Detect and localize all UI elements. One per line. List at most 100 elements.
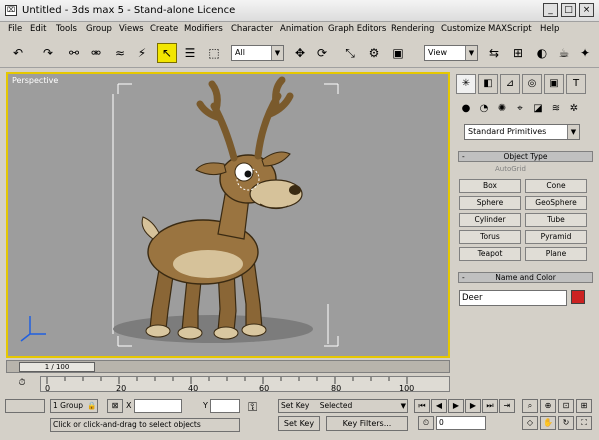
select-and-scale-button[interactable]: ⤡	[340, 43, 360, 63]
align-button[interactable]: ⊞	[508, 43, 528, 63]
object-color-swatch[interactable]	[571, 290, 585, 304]
motion-tab[interactable]: ◎	[522, 74, 542, 94]
torus-button[interactable]: Torus	[459, 230, 521, 244]
menu-views[interactable]: Views	[119, 24, 144, 34]
time-configuration-button[interactable]: ⏲	[418, 416, 434, 430]
bind-button[interactable]: ⚡	[132, 43, 152, 63]
zoom-all-button[interactable]: ⊕	[540, 399, 556, 413]
cylinder-button[interactable]: Cylinder	[459, 213, 521, 227]
pivot-center-button[interactable]: ▣	[388, 43, 408, 63]
undo-button[interactable]: ↶	[8, 43, 28, 63]
reindeer-pupil	[244, 170, 252, 178]
perspective-viewport[interactable]: Perspective	[6, 72, 450, 358]
pan-button[interactable]: ✋	[540, 416, 556, 430]
quick-render-button[interactable]: ✦	[575, 43, 595, 63]
select-by-name-button[interactable]: ☰	[180, 43, 200, 63]
zoom-extents-all-button[interactable]: ⊞	[576, 399, 592, 413]
set-key-button[interactable]: Set Key	[278, 416, 320, 431]
maxscript-listener[interactable]	[5, 399, 45, 413]
menu-help[interactable]: Help	[540, 24, 559, 34]
menu-file[interactable]: File	[8, 24, 22, 34]
track-bar[interactable]: 0 20 40 60 80 100	[40, 376, 450, 393]
box-button[interactable]: Box	[459, 179, 521, 193]
go-to-end-button[interactable]: ⏭	[482, 399, 498, 413]
previous-frame-icon: ◀	[435, 401, 443, 410]
maximize-viewport-button[interactable]: ⛶	[576, 416, 592, 430]
field-of-view-button[interactable]: ◇	[522, 416, 538, 430]
shapes-icon[interactable]: ◔	[477, 102, 491, 116]
bind-space-warp-button[interactable]: ≈	[110, 43, 130, 63]
object-name-input[interactable]: Deer	[459, 290, 567, 306]
modify-tab[interactable]: ◧	[478, 74, 498, 94]
unlink-button[interactable]: ⚮	[86, 43, 106, 63]
play-button[interactable]: ▶	[448, 399, 464, 413]
menu-create[interactable]: Create	[150, 24, 178, 34]
menu-modifiers[interactable]: Modifiers	[184, 24, 223, 34]
lock-icon[interactable]: 🔒	[87, 401, 96, 410]
lights-icon[interactable]: ✺	[495, 102, 509, 116]
region-selection-button[interactable]: ⬚	[204, 43, 224, 63]
plane-button[interactable]: Plane	[525, 247, 587, 261]
absolute-mode-toggle[interactable]: ⊠	[107, 399, 123, 413]
select-and-link-button[interactable]: ⚯	[64, 43, 84, 63]
menu-character[interactable]: Character	[231, 24, 273, 34]
curve-editor-icon[interactable]: ⏱	[15, 376, 29, 390]
geosphere-button[interactable]: GeoSphere	[525, 196, 587, 210]
key-filters-button[interactable]: Key Filters...	[326, 416, 408, 431]
sphere-button[interactable]: Sphere	[459, 196, 521, 210]
select-object-button[interactable]: ↖	[157, 43, 177, 63]
tube-button[interactable]: Tube	[525, 213, 587, 227]
name-and-color-rollout[interactable]: - Name and Color	[458, 272, 593, 283]
menu-edit[interactable]: Edit	[30, 24, 46, 34]
systems-icon[interactable]: ✲	[567, 102, 581, 116]
primitive-category-dropdown[interactable]: Standard Primitives ▼	[464, 124, 580, 140]
previous-frame-button[interactable]: ◀	[431, 399, 447, 413]
selection-filter-dropdown[interactable]: All ▼	[231, 45, 284, 61]
arc-rotate-button[interactable]: ↻	[558, 416, 574, 430]
app-icon: ⌧	[5, 5, 17, 16]
maximize-button[interactable]: □	[561, 3, 576, 17]
hierarchy-tab[interactable]: ⊿	[500, 74, 520, 94]
helpers-icon[interactable]: ◪	[531, 102, 545, 116]
teapot-button[interactable]: Teapot	[459, 247, 521, 261]
geometry-icon[interactable]: ●	[459, 102, 473, 116]
cone-button[interactable]: Cone	[525, 179, 587, 193]
utilities-tab[interactable]: T	[566, 74, 586, 94]
space-warps-icon[interactable]: ≋	[549, 102, 563, 116]
key-icon[interactable]: ⚿	[248, 401, 257, 413]
select-and-move-button[interactable]: ✥	[290, 43, 310, 63]
display-tab[interactable]: ▣	[544, 74, 564, 94]
zoom-extents-button[interactable]: ⊡	[558, 399, 574, 413]
menu-customize[interactable]: Customize	[441, 24, 486, 34]
current-frame-input[interactable]: 0	[436, 416, 486, 430]
minimize-button[interactable]: _	[543, 3, 558, 17]
menu-group[interactable]: Group	[86, 24, 112, 34]
redo-button[interactable]: ↷	[38, 43, 58, 63]
cameras-icon[interactable]: ⌖	[513, 102, 527, 116]
key-mode-toggle[interactable]: ⇥	[499, 399, 515, 413]
x-coordinate-input[interactable]	[134, 399, 182, 413]
menu-maxscript[interactable]: MAXScript	[488, 24, 532, 34]
select-manipulate-button[interactable]: ⚙	[364, 43, 384, 63]
select-and-rotate-button[interactable]: ⟳	[312, 43, 332, 63]
zoom-button[interactable]: ⌕	[522, 399, 538, 413]
menu-animation[interactable]: Animation	[280, 24, 323, 34]
time-slider[interactable]: 1 / 100	[6, 360, 450, 373]
y-coordinate-input[interactable]	[210, 399, 240, 413]
mirror-button[interactable]: ⇆	[484, 43, 504, 63]
material-editor-button[interactable]: ◐	[532, 43, 552, 63]
close-button[interactable]: ×	[579, 3, 594, 17]
key-filter-dropdown[interactable]: Set Key Selected ▼	[278, 399, 408, 413]
render-scene-button[interactable]: ☕	[554, 43, 574, 63]
object-type-rollout[interactable]: - Object Type	[458, 151, 593, 162]
menu-rendering[interactable]: Rendering	[391, 24, 434, 34]
autogrid-checkbox[interactable]: AutoGrid	[495, 165, 526, 173]
reference-coordinate-dropdown[interactable]: View ▼	[424, 45, 478, 61]
go-to-start-button[interactable]: ⏮	[414, 399, 430, 413]
next-frame-button[interactable]: ▶	[465, 399, 481, 413]
pyramid-button[interactable]: Pyramid	[525, 230, 587, 244]
menu-tools[interactable]: Tools	[56, 24, 77, 34]
create-tab[interactable]: ✳	[456, 74, 476, 94]
menu-graph-editors[interactable]: Graph Editors	[328, 24, 386, 34]
time-slider-thumb[interactable]: 1 / 100	[19, 362, 95, 372]
